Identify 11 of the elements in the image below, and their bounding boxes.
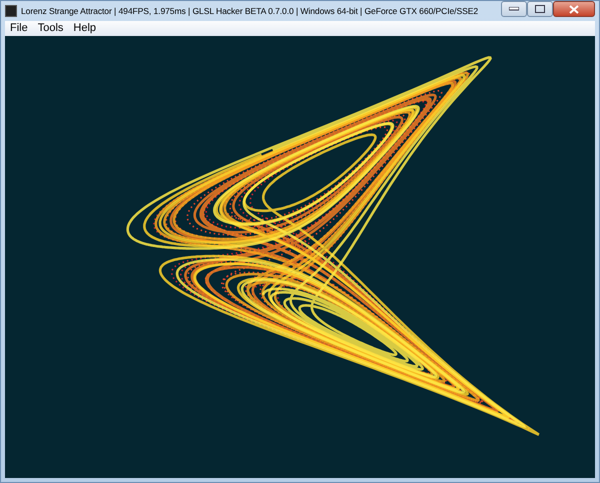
maximize-button[interactable] bbox=[527, 1, 553, 17]
menu-item[interactable]: Help bbox=[68, 21, 102, 36]
minimize-button[interactable] bbox=[501, 1, 527, 17]
minimize-icon bbox=[509, 7, 519, 11]
app-icon bbox=[5, 5, 17, 17]
maximize-icon bbox=[535, 5, 545, 13]
close-button[interactable] bbox=[553, 1, 595, 17]
menu-item[interactable]: Tools bbox=[32, 21, 68, 36]
close-icon bbox=[569, 4, 579, 14]
window-title: Lorenz Strange Attractor | 494FPS, 1.975ms | GLSL Hacker BETA 0.7.0.0 | Windows 64-bit | GeForce GTX 660/PCIe/SSE2 bbox=[21, 4, 480, 18]
menu-item[interactable]: File bbox=[5, 21, 33, 36]
